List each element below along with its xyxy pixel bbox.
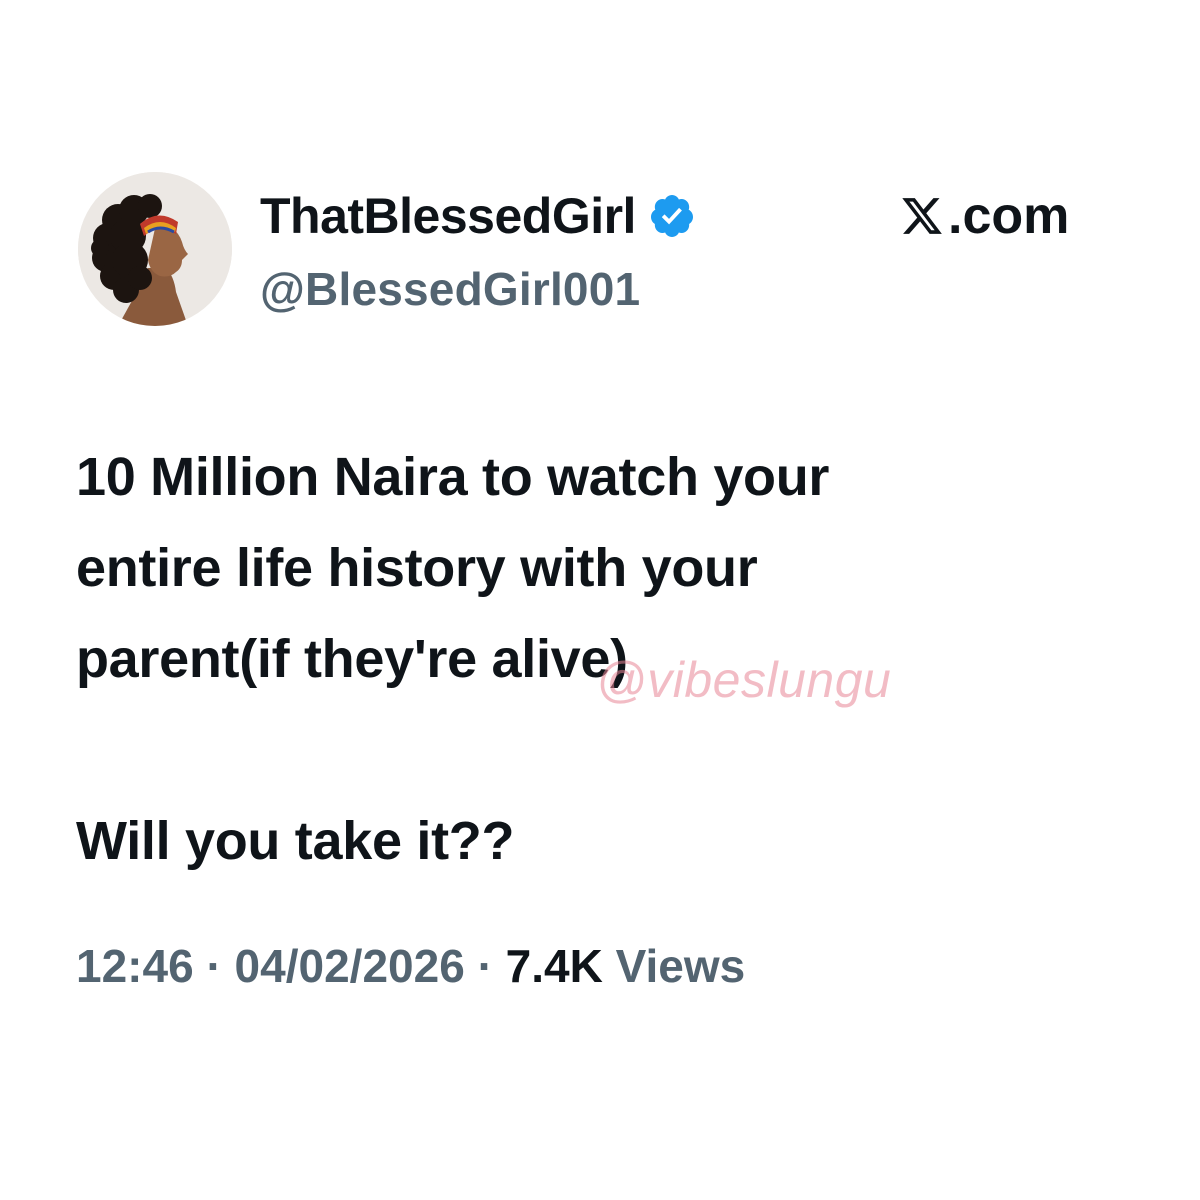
- views-label[interactable]: Views: [616, 940, 746, 992]
- author-name-row[interactable]: ThatBlessedGirl: [260, 188, 696, 244]
- profile-avatar[interactable]: [78, 172, 232, 326]
- tweet-line: entire life history with your: [76, 538, 758, 598]
- x-logo-icon: [902, 198, 942, 234]
- tweet-date[interactable]: 04/02/2026: [235, 940, 465, 992]
- avatar-image: [78, 172, 232, 326]
- tweet-question: Will you take it??: [76, 811, 515, 871]
- site-brand: .com: [900, 188, 1069, 244]
- tweet-meta: 12:46 · 04/02/2026 · 7.4K Views: [76, 936, 745, 996]
- author-handle[interactable]: @BlessedGirl001: [260, 262, 640, 316]
- site-domain: .com: [948, 187, 1070, 245]
- verified-badge-icon: [650, 195, 693, 237]
- author-display-name[interactable]: ThatBlessedGirl: [260, 188, 636, 244]
- views-count[interactable]: 7.4K: [506, 940, 603, 992]
- watermark: @vibeslungu: [596, 652, 892, 708]
- tweet-time[interactable]: 12:46: [76, 940, 194, 992]
- meta-separator: ·: [206, 940, 222, 992]
- meta-separator: ·: [477, 940, 493, 992]
- tweet-line: 10 Million Naira to watch your: [76, 447, 830, 507]
